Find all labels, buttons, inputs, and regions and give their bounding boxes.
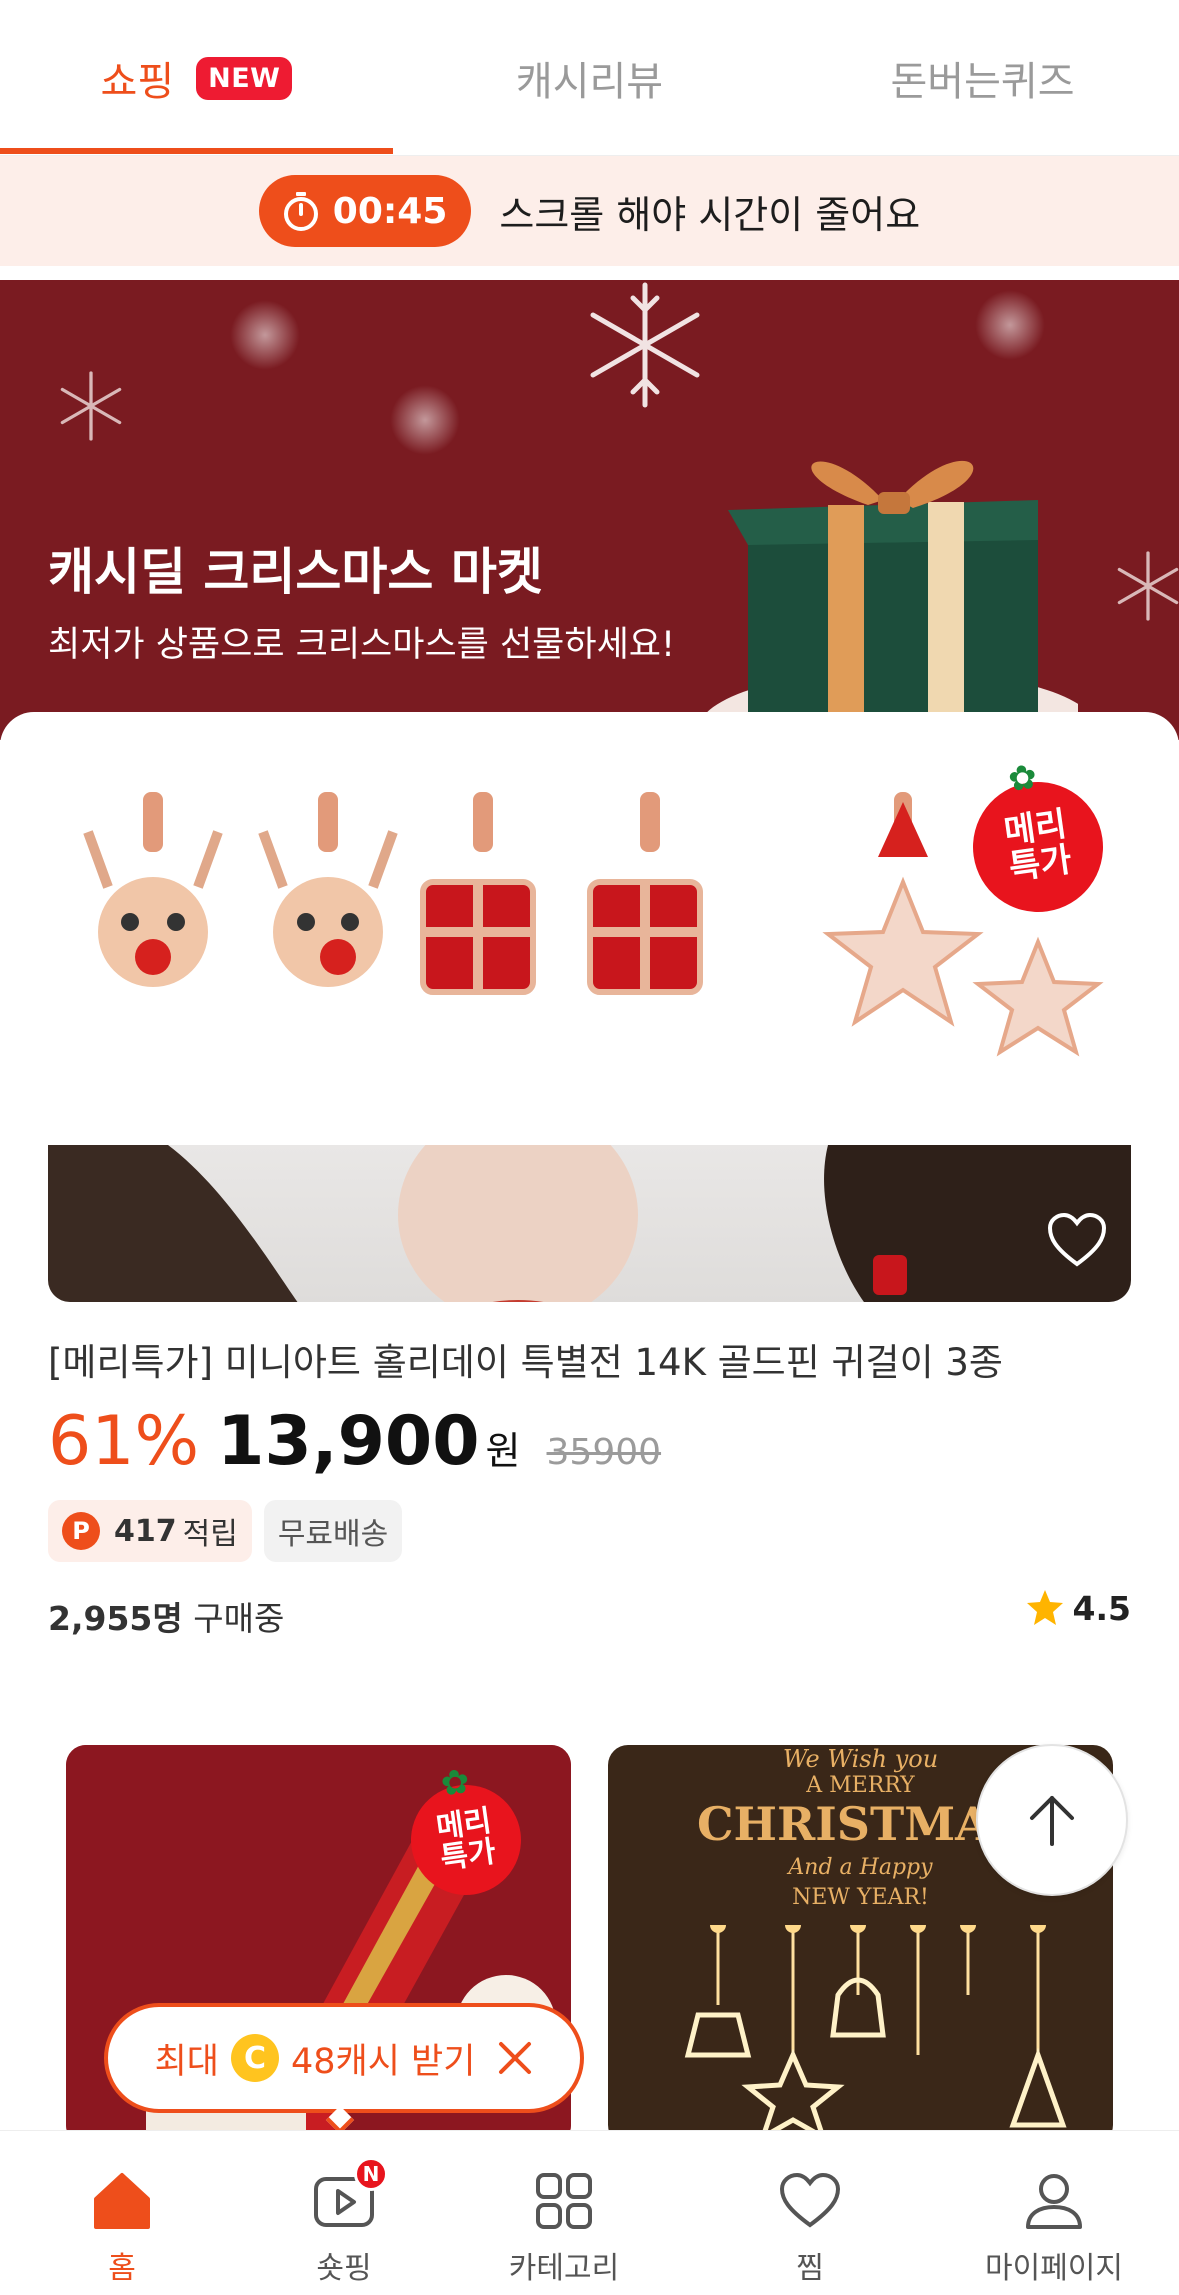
buyers-number: 2,955명	[48, 1599, 183, 1638]
close-icon[interactable]	[497, 2040, 533, 2076]
snowflake-icon	[590, 282, 700, 408]
shipping-label: 무료배송	[277, 1517, 389, 1552]
price-row: 61% 13,900 원 35900	[48, 1402, 661, 1481]
heart-icon	[779, 2172, 841, 2228]
product-rating: 4.5	[1025, 1588, 1131, 1628]
tab-shopping[interactable]: 쇼핑 NEW	[0, 0, 393, 156]
tab-label: 캐시리뷰	[515, 59, 664, 105]
nav-mypage[interactable]: 마이페이지	[936, 2131, 1172, 2295]
new-notification-badge: N	[354, 2157, 388, 2191]
points-label: 적립	[182, 1517, 238, 1552]
tab-label: 돈버는퀴즈	[890, 59, 1075, 105]
buyers-label: 구매중	[193, 1599, 285, 1638]
nav-label: 홈	[108, 2251, 136, 2286]
bokeh-light	[390, 385, 460, 455]
wishlist-heart-icon[interactable]	[1047, 1212, 1107, 1272]
nav-category[interactable]: 카테고리	[446, 2131, 682, 2295]
nav-wishlist[interactable]: 찜	[692, 2131, 928, 2295]
timer-pill: 00:45	[258, 175, 472, 247]
nav-shortping[interactable]: 숏핑 N	[226, 2131, 462, 2295]
earrings-image	[48, 742, 1131, 1145]
discount-rate: 61%	[48, 1402, 200, 1481]
star-icon	[1026, 1590, 1063, 1625]
home-icon	[94, 2173, 150, 2229]
grid-icon	[536, 2173, 592, 2229]
product-card[interactable]: ✿ 메리 특가 [메리특가] 미니아트 홀리데이 특별전 14K 골드핀 귀걸이…	[0, 712, 1179, 1722]
light-decorations	[684, 1925, 1067, 2143]
new-badge: NEW	[196, 56, 293, 100]
timer-strip: 00:45 스크롤 해야 시간이 줄어요	[0, 156, 1179, 266]
bow-icon: ✿	[1005, 756, 1040, 801]
nav-label: 찜	[796, 2251, 824, 2286]
snowflake-icon	[60, 371, 122, 441]
free-shipping-chip: 무료배송	[263, 1500, 403, 1562]
nav-label: 마이페이지	[985, 2251, 1123, 2286]
model-photo	[48, 1105, 1131, 1302]
rating-value: 4.5	[1072, 1588, 1131, 1628]
points-icon: P	[62, 1512, 100, 1550]
arrow-up-icon	[1030, 1796, 1074, 1846]
stopwatch-icon	[283, 192, 318, 231]
banner-subtitle: 최저가 상품으로 크리스마스를 선물하세요!	[48, 625, 676, 665]
gift-box-illustration	[698, 460, 1078, 730]
buyers-count: 2,955명 구매중	[48, 1592, 284, 1640]
scroll-to-top-button[interactable]	[976, 1744, 1128, 1896]
tab-label: 쇼핑	[100, 59, 175, 105]
snowflake-icon	[1117, 551, 1179, 621]
bokeh-light	[230, 300, 300, 370]
timer-message: 스크롤 해야 시간이 줄어요	[499, 192, 921, 237]
cash-coin-icon: C	[230, 2034, 279, 2082]
currency-label: 원	[485, 1429, 521, 1473]
points-chip: P 417 적립	[48, 1500, 252, 1562]
benefit-chips: P 417 적립 무료배송	[48, 1500, 403, 1562]
user-icon	[1026, 2174, 1082, 2229]
christmas-banner[interactable]: 캐시딜 크리스마스 마켓 최저가 상품으로 크리스마스를 선물하세요!	[0, 280, 1179, 740]
nav-label: 카테고리	[508, 2251, 620, 2286]
sale-price: 13,900	[217, 1402, 480, 1481]
banner-title: 캐시딜 크리스마스 마켓	[48, 543, 543, 601]
bow-icon: ✿	[438, 1761, 473, 1805]
nav-label: 숏핑	[316, 2251, 372, 2286]
original-price: 35900	[546, 1432, 662, 1473]
product-image[interactable]: ✿ 메리 특가	[48, 742, 1131, 1302]
cash-reward-bubble[interactable]: 최대 C 48캐시 받기	[104, 2003, 584, 2113]
bokeh-light	[975, 290, 1045, 360]
bottom-navigation: 홈 숏핑 N 카테고리 찜 마이페이지	[0, 2130, 1179, 2295]
nav-home[interactable]: 홈	[4, 2131, 240, 2295]
cash-amount: 48캐시 받기	[290, 2041, 476, 2082]
badge-line: 특가	[1006, 839, 1075, 888]
cash-prefix: 최대	[154, 2041, 219, 2082]
model-face-illustration	[48, 1105, 1131, 1302]
top-tab-bar: 쇼핑 NEW 캐시리뷰 돈버는퀴즈	[0, 0, 1179, 156]
tab-money-quiz[interactable]: 돈버는퀴즈	[786, 0, 1179, 156]
timer-value: 00:45	[332, 190, 448, 232]
points-amount: 417	[114, 1513, 177, 1549]
tab-cash-review[interactable]: 캐시리뷰	[393, 0, 786, 156]
active-tab-indicator	[0, 148, 393, 154]
badge-line: 특가	[438, 1834, 498, 1877]
product-title[interactable]: [메리특가] 미니아트 홀리데이 특별전 14K 골드핀 귀걸이 3종	[48, 1332, 1003, 1386]
